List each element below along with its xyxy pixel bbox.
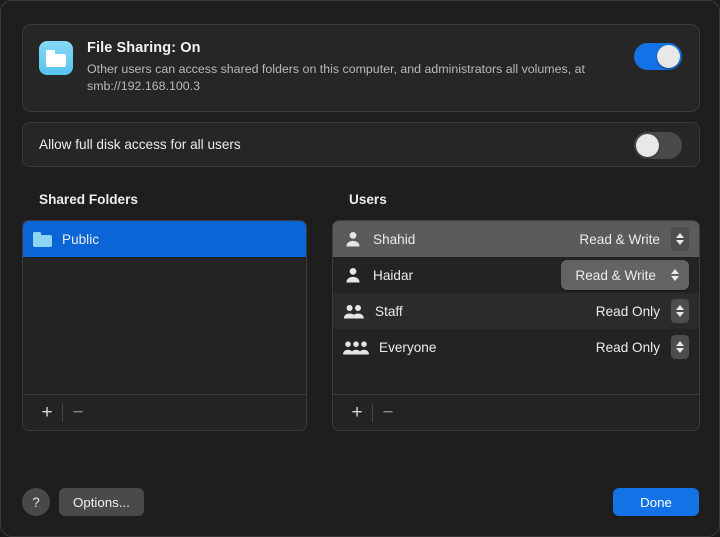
three-persons-icon bbox=[343, 339, 369, 355]
user-name: Staff bbox=[375, 303, 403, 319]
banner-text-group: File Sharing: On Other users can access … bbox=[87, 39, 597, 95]
permission-popup-button[interactable]: Read & Write bbox=[561, 260, 689, 290]
remove-user-button[interactable]: − bbox=[375, 400, 401, 426]
shared-folders-list: Public bbox=[23, 221, 306, 394]
user-row[interactable]: Shahid Read & Write bbox=[333, 221, 699, 257]
permission-label: Read Only bbox=[595, 303, 660, 319]
permission-label: Read & Write bbox=[579, 231, 660, 247]
users-panel: Shahid Read & Write Haidar Read & Write … bbox=[332, 220, 700, 431]
shared-folders-footer: + − bbox=[23, 394, 306, 430]
file-sharing-window: File Sharing: On Other users can access … bbox=[0, 0, 720, 537]
shared-folder-row[interactable]: Public bbox=[23, 221, 306, 257]
users-footer: + − bbox=[333, 394, 699, 430]
permission-control[interactable]: Read & Write bbox=[579, 227, 689, 251]
chevron-updown-icon[interactable] bbox=[671, 227, 689, 251]
user-row[interactable]: Staff Read Only bbox=[333, 293, 699, 329]
permission-label: Read Only bbox=[595, 339, 660, 355]
footer-divider bbox=[372, 403, 373, 422]
file-sharing-toggle[interactable] bbox=[634, 43, 682, 70]
remove-shared-folder-button[interactable]: − bbox=[65, 400, 91, 426]
add-shared-folder-button[interactable]: + bbox=[34, 400, 60, 426]
user-row[interactable]: Haidar Read & Write bbox=[333, 257, 699, 293]
help-button[interactable]: ? bbox=[22, 488, 50, 516]
full-disk-access-label: Allow full disk access for all users bbox=[39, 137, 241, 152]
user-name: Haidar bbox=[373, 267, 414, 283]
user-row[interactable]: Everyone Read Only bbox=[333, 329, 699, 365]
full-disk-access-toggle[interactable] bbox=[634, 132, 682, 159]
chevron-updown-icon[interactable] bbox=[671, 299, 689, 323]
chevron-updown-icon[interactable] bbox=[666, 263, 684, 287]
users-header: Users bbox=[349, 192, 387, 207]
shared-folders-header: Shared Folders bbox=[39, 192, 138, 207]
person-icon bbox=[343, 267, 363, 283]
file-sharing-app-icon bbox=[39, 41, 73, 75]
users-list: Shahid Read & Write Haidar Read & Write … bbox=[333, 221, 699, 394]
shared-folders-panel: Public + − bbox=[22, 220, 307, 431]
user-name: Everyone bbox=[379, 339, 437, 355]
permission-control[interactable]: Read Only bbox=[596, 335, 689, 359]
chevron-updown-icon[interactable] bbox=[671, 335, 689, 359]
file-sharing-banner: File Sharing: On Other users can access … bbox=[22, 24, 700, 112]
permission-label: Read & Write bbox=[575, 267, 656, 283]
toggle-knob bbox=[657, 45, 680, 68]
two-persons-icon bbox=[343, 303, 365, 319]
options-button[interactable]: Options... bbox=[59, 488, 144, 516]
permission-control[interactable]: Read & Write bbox=[561, 260, 689, 290]
done-button[interactable]: Done bbox=[613, 488, 699, 516]
toggle-knob bbox=[636, 134, 659, 157]
user-name: Shahid bbox=[373, 231, 416, 247]
folder-icon bbox=[33, 231, 52, 247]
shared-folder-name: Public bbox=[62, 231, 100, 247]
permission-control[interactable]: Read Only bbox=[596, 299, 689, 323]
person-icon bbox=[343, 231, 363, 247]
file-sharing-title: File Sharing: On bbox=[87, 40, 201, 56]
add-user-button[interactable]: + bbox=[344, 400, 370, 426]
footer-divider bbox=[62, 403, 63, 422]
file-sharing-description: Other users can access shared folders on… bbox=[87, 62, 585, 93]
full-disk-access-row: Allow full disk access for all users bbox=[22, 122, 700, 167]
